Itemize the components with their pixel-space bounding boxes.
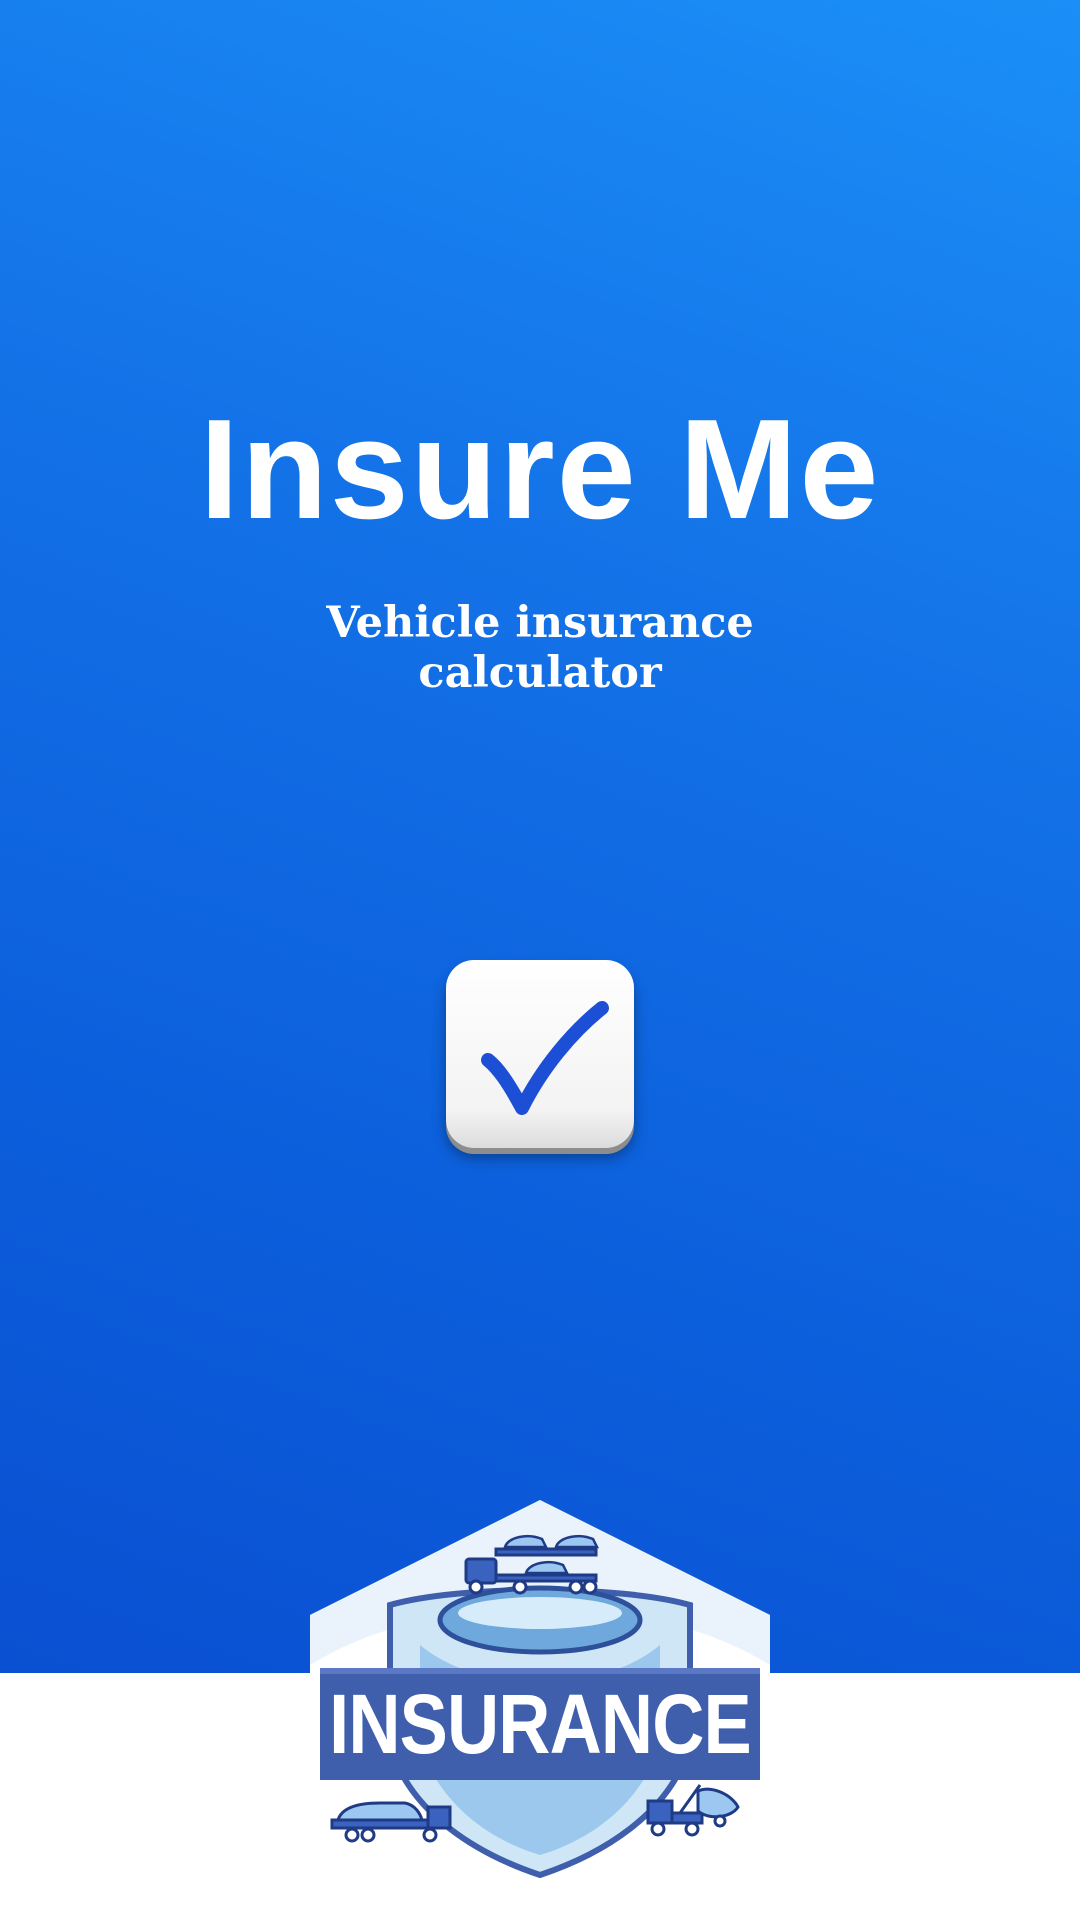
app-logo-checkmark: [446, 960, 634, 1148]
app-subtitle: Vehicle insurance calculator: [326, 598, 754, 698]
insurance-badge-label: INSURANCE: [329, 1676, 752, 1771]
hero-background: [0, 0, 1080, 1673]
app-title: Insure Me: [199, 390, 881, 549]
splash-screen: Insure Me Vehicle insurance calculator I…: [0, 0, 1080, 1920]
insurance-shield-emblem: INSURANCE: [280, 1495, 800, 1895]
checkmark-icon: [481, 1001, 609, 1115]
